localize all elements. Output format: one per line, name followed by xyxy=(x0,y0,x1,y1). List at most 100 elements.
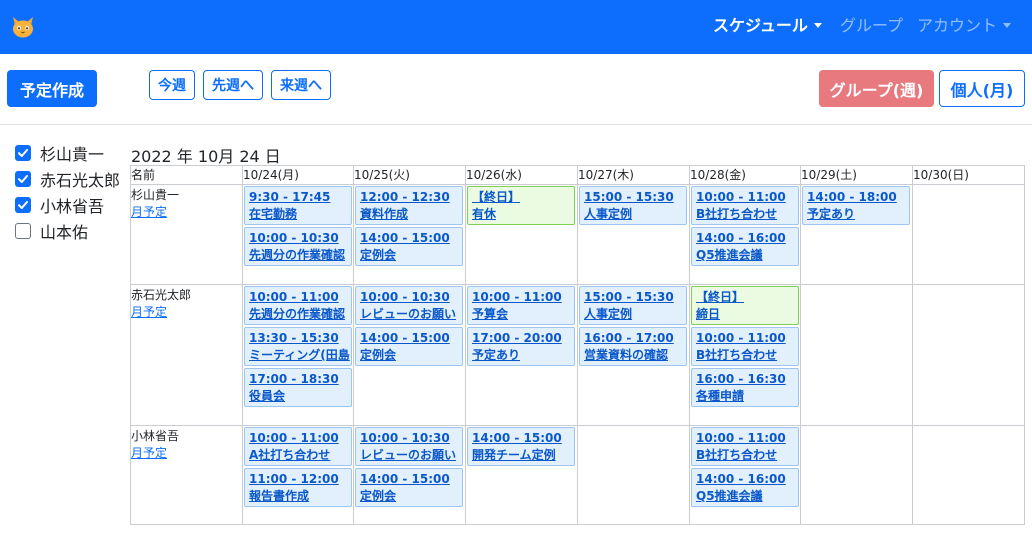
member-filter-item[interactable]: 山本佑 xyxy=(15,221,88,242)
schedule-event[interactable]: 14:00 - 18:00 予定あり xyxy=(802,186,910,225)
all-day-event[interactable]: 【終日】 有休 xyxy=(467,186,575,225)
event-time[interactable]: 14:00 - 15:00 xyxy=(360,330,462,347)
event-title[interactable]: A社打ち合わせ xyxy=(249,447,351,464)
schedule-event[interactable]: 14:00 - 16:00 Q5推進会議 xyxy=(691,468,799,507)
nav-schedule-dropdown[interactable]: スケジュール xyxy=(713,14,822,38)
event-time[interactable]: 10:00 - 11:00 xyxy=(696,189,798,206)
event-title[interactable]: 各種申請 xyxy=(696,388,798,405)
event-time[interactable]: 【終日】 xyxy=(472,189,574,206)
checkbox-checked[interactable] xyxy=(15,197,31,213)
schedule-event[interactable]: 13:30 - 15:30 ミーティング(田島 xyxy=(244,327,352,366)
schedule-event[interactable]: 10:00 - 11:00 B社打ち合わせ xyxy=(691,186,799,225)
event-title[interactable]: 予定あり xyxy=(807,206,909,223)
schedule-event[interactable]: 14:00 - 15:00 定例会 xyxy=(355,468,463,507)
member-filter-item[interactable]: 赤石光太郎 xyxy=(15,169,120,190)
event-time[interactable]: 16:00 - 16:30 xyxy=(696,371,798,388)
month-schedule-link[interactable]: 月予定 xyxy=(131,445,167,461)
event-title[interactable]: 有休 xyxy=(472,206,574,223)
event-time[interactable]: 10:00 - 11:00 xyxy=(696,430,798,447)
schedule-event[interactable]: 10:00 - 10:30 レビューのお願い xyxy=(355,427,463,466)
event-title[interactable]: 在宅勤務 xyxy=(249,206,351,223)
event-title[interactable]: 開発チーム定例 xyxy=(472,447,574,464)
checkbox-unchecked[interactable] xyxy=(15,223,31,239)
schedule-event[interactable]: 14:00 - 15:00 定例会 xyxy=(355,227,463,266)
event-time[interactable]: 10:00 - 11:00 xyxy=(472,289,574,306)
event-time[interactable]: 10:00 - 10:30 xyxy=(360,430,462,447)
event-time[interactable]: 10:00 - 11:00 xyxy=(249,430,351,447)
schedule-event[interactable]: 11:00 - 12:00 報告書作成 xyxy=(244,468,352,507)
event-title[interactable]: 資料作成 xyxy=(360,206,462,223)
cat-face-icon[interactable] xyxy=(11,16,35,38)
event-time[interactable]: 17:00 - 20:00 xyxy=(472,330,574,347)
event-title[interactable]: B社打ち合わせ xyxy=(696,447,798,464)
event-time[interactable]: 14:00 - 15:00 xyxy=(360,230,462,247)
checkbox-checked[interactable] xyxy=(15,171,31,187)
event-time[interactable]: 14:00 - 18:00 xyxy=(807,189,909,206)
schedule-event[interactable]: 10:00 - 11:00 B社打ち合わせ xyxy=(691,327,799,366)
event-title[interactable]: 営業資料の確認 xyxy=(584,347,686,364)
schedule-event[interactable]: 10:00 - 11:00 B社打ち合わせ xyxy=(691,427,799,466)
group-week-view-button[interactable]: グループ(週) xyxy=(819,70,934,107)
schedule-event[interactable]: 15:00 - 15:30 人事定例 xyxy=(579,286,687,325)
event-time[interactable]: 15:00 - 15:30 xyxy=(584,189,686,206)
event-time[interactable]: 16:00 - 17:00 xyxy=(584,330,686,347)
event-title[interactable]: 人事定例 xyxy=(584,206,686,223)
event-time[interactable]: 17:00 - 18:30 xyxy=(249,371,351,388)
event-time[interactable]: 14:00 - 16:00 xyxy=(696,230,798,247)
event-title[interactable]: 定例会 xyxy=(360,247,462,264)
schedule-event[interactable]: 10:00 - 11:00 A社打ち合わせ xyxy=(244,427,352,466)
schedule-event[interactable]: 14:00 - 16:00 Q5推進会議 xyxy=(691,227,799,266)
schedule-event[interactable]: 17:00 - 18:30 役員会 xyxy=(244,368,352,407)
create-schedule-button[interactable]: 予定作成 xyxy=(7,70,97,107)
this-week-button[interactable]: 今週 xyxy=(149,70,195,100)
nav-account-dropdown[interactable]: アカウント xyxy=(917,14,1012,38)
schedule-event[interactable]: 15:00 - 15:30 人事定例 xyxy=(579,186,687,225)
event-time[interactable]: 11:00 - 12:00 xyxy=(249,471,351,488)
event-time[interactable]: 10:00 - 10:30 xyxy=(360,289,462,306)
event-time[interactable]: 15:00 - 15:30 xyxy=(584,289,686,306)
event-title[interactable]: 人事定例 xyxy=(584,306,686,323)
schedule-event[interactable]: 10:00 - 11:00 先週分の作業確認 xyxy=(244,286,352,325)
event-title[interactable]: レビューのお願い xyxy=(360,447,462,464)
event-title[interactable]: 役員会 xyxy=(249,388,351,405)
event-title[interactable]: 締日 xyxy=(696,306,798,323)
event-title[interactable]: レビューのお願い xyxy=(360,306,462,323)
schedule-event[interactable]: 14:00 - 15:00 開発チーム定例 xyxy=(467,427,575,466)
event-title[interactable]: Q5推進会議 xyxy=(696,488,798,505)
event-title[interactable]: 先週分の作業確認 xyxy=(249,306,351,323)
event-title[interactable]: 報告書作成 xyxy=(249,488,351,505)
schedule-event[interactable]: 10:00 - 11:00 予算会 xyxy=(467,286,575,325)
schedule-event[interactable]: 16:00 - 17:00 営業資料の確認 xyxy=(579,327,687,366)
event-time[interactable]: 13:30 - 15:30 xyxy=(249,330,351,347)
event-time[interactable]: 14:00 - 16:00 xyxy=(696,471,798,488)
event-time[interactable]: 9:30 - 17:45 xyxy=(249,189,351,206)
member-filter-item[interactable]: 杉山貴一 xyxy=(15,143,104,164)
event-time[interactable]: 【終日】 xyxy=(696,289,798,306)
event-time[interactable]: 10:00 - 10:30 xyxy=(249,230,351,247)
schedule-event[interactable]: 17:00 - 20:00 予定あり xyxy=(467,327,575,366)
event-title[interactable]: 先週分の作業確認 xyxy=(249,247,351,264)
schedule-event[interactable]: 10:00 - 10:30 レビューのお願い xyxy=(355,286,463,325)
event-title[interactable]: 定例会 xyxy=(360,488,462,505)
checkbox-checked[interactable] xyxy=(15,145,31,161)
event-time[interactable]: 10:00 - 11:00 xyxy=(249,289,351,306)
member-filter-item[interactable]: 小林省吾 xyxy=(15,195,104,216)
event-title[interactable]: ミーティング(田島 xyxy=(249,347,351,364)
event-title[interactable]: 予算会 xyxy=(472,306,574,323)
all-day-event[interactable]: 【終日】 締日 xyxy=(691,286,799,325)
event-time[interactable]: 14:00 - 15:00 xyxy=(360,471,462,488)
event-title[interactable]: 予定あり xyxy=(472,347,574,364)
personal-month-view-button[interactable]: 個人(月) xyxy=(939,70,1025,107)
schedule-event[interactable]: 14:00 - 15:00 定例会 xyxy=(355,327,463,366)
event-title[interactable]: Q5推進会議 xyxy=(696,247,798,264)
schedule-event[interactable]: 12:00 - 12:30 資料作成 xyxy=(355,186,463,225)
event-time[interactable]: 14:00 - 15:00 xyxy=(472,430,574,447)
event-time[interactable]: 12:00 - 12:30 xyxy=(360,189,462,206)
event-title[interactable]: B社打ち合わせ xyxy=(696,347,798,364)
event-time[interactable]: 10:00 - 11:00 xyxy=(696,330,798,347)
event-title[interactable]: B社打ち合わせ xyxy=(696,206,798,223)
next-week-button[interactable]: 来週へ xyxy=(271,70,331,100)
prev-week-button[interactable]: 先週へ xyxy=(203,70,263,100)
month-schedule-link[interactable]: 月予定 xyxy=(131,304,167,320)
month-schedule-link[interactable]: 月予定 xyxy=(131,204,167,220)
